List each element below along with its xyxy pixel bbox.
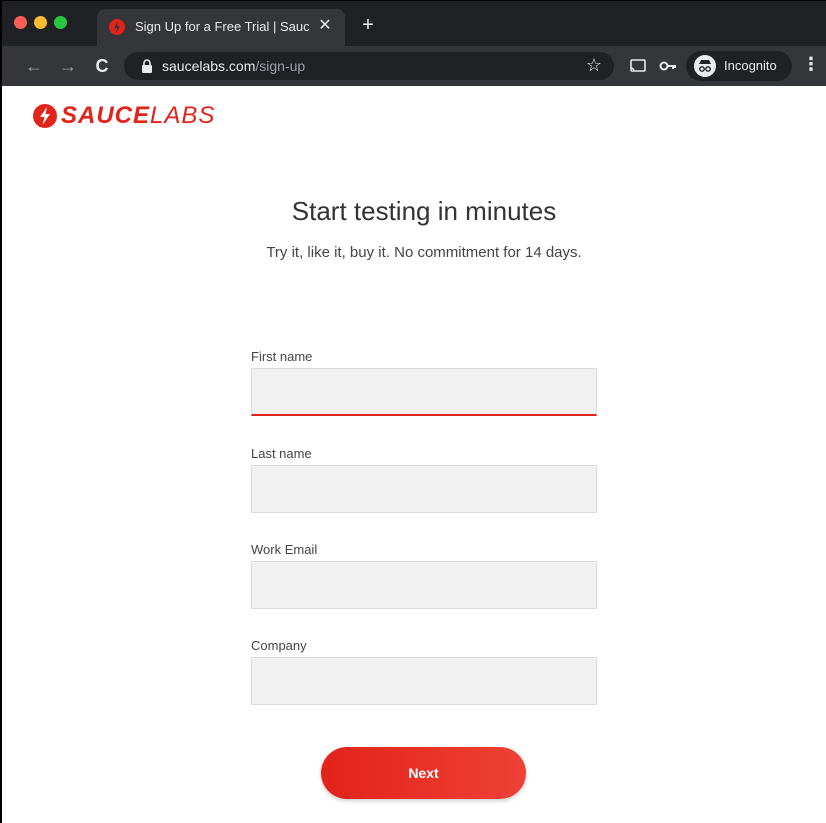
next-button[interactable]: Next xyxy=(321,747,526,799)
close-tab-icon[interactable]: ✕ xyxy=(315,16,335,36)
cast-icon[interactable] xyxy=(628,56,648,76)
last-name-label: Last name xyxy=(251,446,312,461)
browser-toolbar: ← → C saucelabs.com/sign-up ☆ Incognito … xyxy=(2,46,826,86)
browser-tab-bar: Sign Up for a Free Trial | Sauce ✕ + xyxy=(2,1,826,47)
page-title: Start testing in minutes xyxy=(291,196,557,226)
url-host: saucelabs.com xyxy=(162,58,256,74)
browser-tab[interactable]: Sign Up for a Free Trial | Sauce ✕ xyxy=(97,9,345,47)
back-arrow-icon[interactable]: ← xyxy=(22,54,46,78)
company-field[interactable] xyxy=(251,657,597,705)
first-name-field[interactable] xyxy=(251,368,597,416)
page-subtitle: Try it, like it, buy it. No commitment f… xyxy=(266,244,582,261)
work-email-label: Work Email xyxy=(251,542,318,557)
url-path: /sign-up xyxy=(255,58,306,74)
company-label: Company xyxy=(251,638,307,653)
kebab-menu-icon[interactable]: ⋮ xyxy=(802,54,820,75)
first-name-label: First name xyxy=(251,349,313,364)
incognito-label: Incognito xyxy=(724,58,777,73)
url-text: saucelabs.com/sign-up xyxy=(162,58,305,74)
last-name-field[interactable] xyxy=(251,465,597,513)
logo-wordmark: SAUCELABS xyxy=(61,103,215,129)
incognito-icon xyxy=(694,55,716,77)
logo-word-labs: LABS xyxy=(150,102,216,129)
forward-arrow-icon[interactable]: → xyxy=(56,54,80,78)
address-bar[interactable]: saucelabs.com/sign-up ☆ xyxy=(124,52,614,80)
close-window-button[interactable] xyxy=(14,16,27,29)
incognito-badge[interactable]: Incognito xyxy=(686,51,792,81)
new-tab-button[interactable]: + xyxy=(358,15,378,35)
tab-title: Sign Up for a Free Trial | Sauce xyxy=(135,19,310,34)
saucelabs-favicon-icon xyxy=(109,19,125,35)
bookmark-star-icon[interactable]: ☆ xyxy=(586,55,602,76)
key-icon[interactable] xyxy=(658,56,678,76)
maximize-window-button[interactable] xyxy=(54,16,67,29)
saucelabs-logo-icon xyxy=(33,104,57,128)
work-email-field[interactable] xyxy=(251,561,597,609)
reload-icon[interactable]: C xyxy=(90,54,114,78)
lock-icon xyxy=(142,59,152,73)
minimize-window-button[interactable] xyxy=(34,16,47,29)
logo-word-sauce: SAUCE xyxy=(61,102,151,129)
